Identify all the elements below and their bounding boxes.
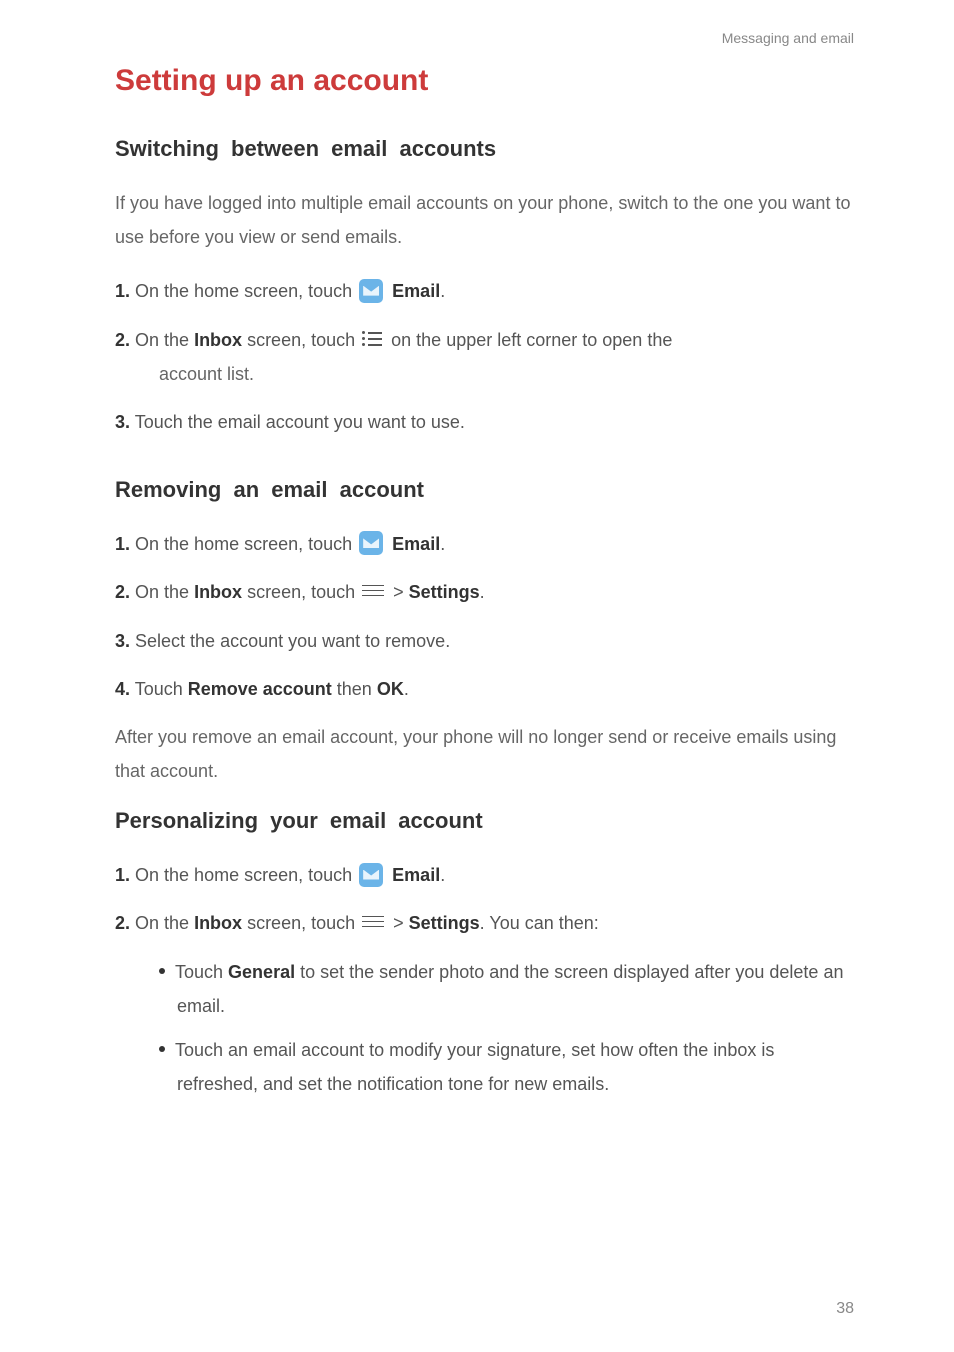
step-number: 4. xyxy=(115,679,130,699)
removing-step-4: 4. Touch Remove account then OK. xyxy=(115,672,854,706)
settings-label: Settings xyxy=(409,582,480,602)
email-label: Email xyxy=(392,865,440,885)
personalizing-steps: 1. On the home screen, touch Email. 2. O… xyxy=(115,858,854,940)
step-text: Select the account you want to remove. xyxy=(130,631,450,651)
email-app-icon xyxy=(359,279,383,303)
step-number: 1. xyxy=(115,281,130,301)
step-text: . xyxy=(440,534,445,554)
personalizing-bullet-2: Touch an email account to modify your si… xyxy=(115,1033,854,1101)
step-number: 2. xyxy=(115,913,130,933)
step-text: . xyxy=(440,865,445,885)
removing-steps: 1. On the home screen, touch Email. 2. O… xyxy=(115,527,854,706)
inbox-label: Inbox xyxy=(194,913,242,933)
step-text: . xyxy=(440,281,445,301)
step-text: On the home screen, touch xyxy=(130,534,357,554)
personalizing-step-1: 1. On the home screen, touch Email. xyxy=(115,858,854,892)
removing-step-1: 1. On the home screen, touch Email. xyxy=(115,527,854,561)
step-number: 2. xyxy=(115,582,130,602)
account-list-icon xyxy=(362,330,382,348)
personalizing-step-2: 2. On the Inbox screen, touch > Settings… xyxy=(115,906,854,940)
step-text: screen, touch xyxy=(242,913,360,933)
removing-after-text: After you remove an email account, your … xyxy=(115,720,854,788)
step-text: . xyxy=(480,582,485,602)
step-text: . You can then: xyxy=(480,913,599,933)
bullet-dot-icon xyxy=(159,1046,165,1052)
step-number: 1. xyxy=(115,534,130,554)
step-number: 2. xyxy=(115,330,130,350)
step-number: 3. xyxy=(115,412,130,432)
heading-switching: Switching between email accounts xyxy=(115,136,854,162)
step-number: 1. xyxy=(115,865,130,885)
bullet-dot-icon xyxy=(159,968,165,974)
step-text: then xyxy=(332,679,377,699)
step-text: On the home screen, touch xyxy=(130,281,357,301)
general-label: General xyxy=(228,962,295,982)
gt-separator: > xyxy=(388,913,409,933)
step-text: On the home screen, touch xyxy=(130,865,357,885)
switching-step-3: 3. Touch the email account you want to u… xyxy=(115,405,854,439)
email-label: Email xyxy=(392,534,440,554)
email-app-icon xyxy=(359,531,383,555)
step-text: screen, touch xyxy=(242,582,360,602)
page-title: Setting up an account xyxy=(115,64,854,98)
step-text: On the xyxy=(130,330,194,350)
removing-step-3: 3. Select the account you want to remove… xyxy=(115,624,854,658)
page-number: 38 xyxy=(836,1300,854,1318)
email-app-icon xyxy=(359,863,383,887)
heading-personalizing: Personalizing your email account xyxy=(115,808,854,834)
bullet-text: Touch an email account to modify your si… xyxy=(175,1040,774,1094)
menu-icon xyxy=(362,914,384,930)
step-text-continuation: account list. xyxy=(137,357,854,391)
settings-label: Settings xyxy=(409,913,480,933)
step-text: On the xyxy=(130,582,194,602)
step-text: . xyxy=(404,679,409,699)
switching-steps: 1. On the home screen, touch Email. 2. O… xyxy=(115,274,854,439)
removing-step-2: 2. On the Inbox screen, touch > Settings… xyxy=(115,575,854,609)
switching-step-1: 1. On the home screen, touch Email. xyxy=(115,274,854,308)
step-number: 3. xyxy=(115,631,130,651)
switching-step-2: 2. On the Inbox screen, touch on the upp… xyxy=(115,323,854,391)
heading-removing: Removing an email account xyxy=(115,477,854,503)
step-text: screen, touch xyxy=(242,330,360,350)
remove-account-label: Remove account xyxy=(188,679,332,699)
personalizing-bullet-1: Touch General to set the sender photo an… xyxy=(115,955,854,1023)
step-text: Touch xyxy=(130,679,188,699)
page-header-section: Messaging and email xyxy=(115,30,854,46)
step-text: Touch the email account you want to use. xyxy=(130,412,465,432)
gt-separator: > xyxy=(388,582,409,602)
step-text: on the upper left corner to open the xyxy=(386,330,672,350)
email-label: Email xyxy=(392,281,440,301)
ok-label: OK xyxy=(377,679,404,699)
inbox-label: Inbox xyxy=(194,582,242,602)
switching-intro: If you have logged into multiple email a… xyxy=(115,186,854,254)
bullet-text: Touch xyxy=(175,962,228,982)
menu-icon xyxy=(362,583,384,599)
step-text: On the xyxy=(130,913,194,933)
inbox-label: Inbox xyxy=(194,330,242,350)
